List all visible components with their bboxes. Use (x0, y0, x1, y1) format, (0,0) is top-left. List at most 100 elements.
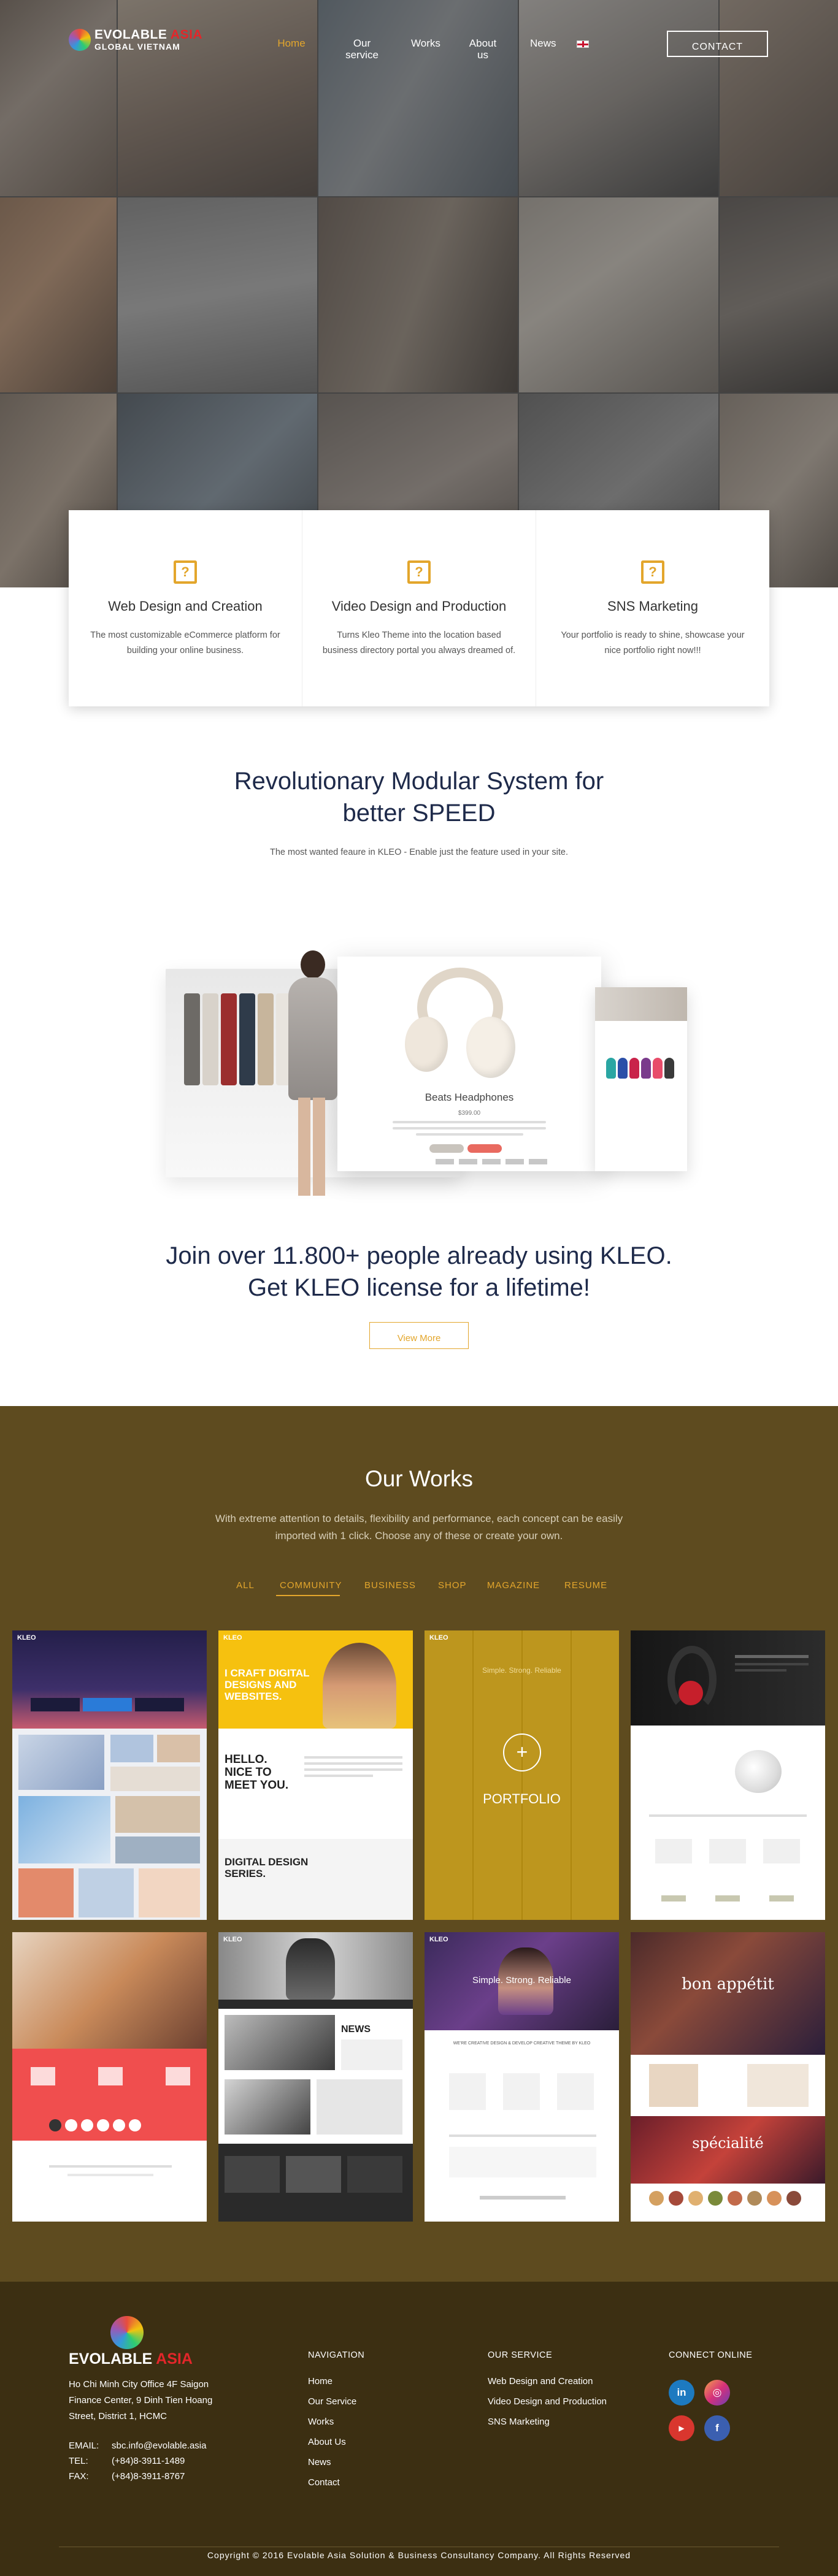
card-logo: KLEO (223, 1936, 242, 1943)
question-icon: ? (641, 560, 664, 584)
hero-photo (0, 197, 117, 392)
filter-all[interactable]: ALL (234, 1580, 256, 1591)
main-nav: EVOLABLE ASIA GLOBAL VIETNAM Home Our se… (0, 0, 838, 86)
works-title: Our Works (364, 1466, 474, 1491)
feature-text: Your portfolio is ready to shine, showca… (561, 630, 745, 655)
feature-title: Web Design and Creation (108, 598, 263, 614)
filter-business[interactable]: BUSINESS (364, 1580, 415, 1591)
question-icon: ? (174, 560, 197, 584)
product-price: $399.00 (458, 1110, 481, 1117)
nav-works[interactable]: Works (411, 37, 440, 61)
logo-brand: EVOLABLE (94, 28, 167, 42)
filter-magazine[interactable]: MAGAZINE (486, 1580, 541, 1591)
footer-nav-our-service[interactable]: Our Service (308, 2396, 364, 2407)
social-links: in ◎ ▶ f (669, 2380, 748, 2453)
product-screen: Beats Headphones $399.00 (337, 957, 601, 1171)
product-description-placeholder (393, 1121, 546, 1139)
nav-links: Home Our service Works About us News (276, 37, 589, 61)
nav-home[interactable]: Home (276, 37, 307, 61)
footer-service-sns[interactable]: SNS Marketing (488, 2417, 607, 2427)
footer-navigation: NAVIGATION Home Our Service Works About … (308, 2350, 364, 2498)
feature-title: SNS Marketing (607, 598, 698, 614)
site-footer: EVOLABLE ASIA Ho Chi Minh City Office 4F… (0, 2282, 838, 2576)
work-card-shop[interactable] (631, 1630, 825, 1920)
footer-logo-accent: ASIA (156, 2350, 193, 2368)
site-logo[interactable]: EVOLABLE ASIA GLOBAL VIETNAM (69, 28, 202, 51)
join-section: Join over 11.800+ people already using K… (0, 1240, 838, 1349)
card-headline: I CRAFT DIGITAL DESIGNS AND WEBSITES. (225, 1667, 310, 1702)
instagram-icon[interactable]: ◎ (704, 2380, 730, 2406)
facebook-icon[interactable]: f (704, 2415, 730, 2441)
view-more-button[interactable]: View More (369, 1322, 469, 1349)
footer-email-link[interactable]: sbc.info@evolable.asia (112, 2438, 206, 2453)
join-title: Join over 11.800+ people already using K… (0, 1240, 838, 1304)
hero-section: EVOLABLE ASIA GLOBAL VIETNAM Home Our se… (0, 0, 838, 587)
card-headline: Simple. Strong. Reliable (472, 1975, 571, 1986)
card-headline: HELLO. NICE TO MEET YOU. (225, 1753, 289, 1792)
footer-logo[interactable]: EVOLABLE ASIA (69, 2316, 193, 2368)
title-line: Revolutionary Modular System for (234, 768, 604, 795)
features-panel: ? Web Design and Creation The most custo… (69, 510, 769, 706)
uk-flag-icon[interactable] (577, 40, 589, 48)
logo-subtitle: GLOBAL VIETNAM (94, 42, 180, 52)
hero-photo (720, 197, 838, 392)
feature-video-design: ? Video Design and Production Turns Kleo… (302, 510, 536, 706)
card-logo: KLEO (429, 1936, 448, 1943)
nav-our-service[interactable]: Our service (342, 37, 382, 61)
footer-services: OUR SERVICE Web Design and Creation Vide… (488, 2350, 607, 2437)
card-headline: DIGITAL DESIGN SERIES. (225, 1856, 309, 1879)
work-card-resume[interactable]: KLEO I CRAFT DIGITAL DESIGNS AND WEBSITE… (218, 1630, 413, 1920)
card-logo: KLEO (17, 1634, 36, 1642)
footer-nav-contact[interactable]: Contact (308, 2477, 364, 2488)
works-section: Our Works With extreme attention to deta… (0, 1406, 838, 2282)
work-card-education[interactable] (12, 1932, 207, 2222)
fax-label: FAX: (69, 2471, 89, 2482)
logo-ball-icon (69, 28, 91, 51)
filter-community[interactable]: COMMUNITY (276, 1580, 342, 1596)
filter-resume[interactable]: RESUME (564, 1580, 607, 1591)
headphones-image (399, 968, 521, 1084)
feature-title: Video Design and Production (331, 598, 507, 614)
nav-about-us[interactable]: About us (467, 37, 498, 61)
footer-logo-brand: EVOLABLE (69, 2350, 153, 2368)
footer-service-video[interactable]: Video Design and Production (488, 2396, 607, 2407)
product-title: Beats Headphones (425, 1091, 514, 1103)
work-card-community[interactable]: KLEO (12, 1630, 207, 1920)
plus-icon: + (503, 1733, 541, 1771)
footer-nav-news[interactable]: News (308, 2457, 364, 2467)
tel-label: TEL: (69, 2456, 88, 2466)
hero-photo (519, 197, 718, 392)
feature-web-design: ? Web Design and Creation The most custo… (69, 510, 302, 706)
footer-service-web-design[interactable]: Web Design and Creation (488, 2376, 607, 2387)
filter-shop[interactable]: SHOP (438, 1580, 466, 1591)
product-buttons (429, 1144, 502, 1153)
work-card-magazine[interactable]: KLEO NEWS (218, 1932, 413, 2222)
footer-nav-about-us[interactable]: About Us (308, 2437, 364, 2447)
card-headline: spécialité (692, 2135, 764, 2152)
footer-address: Ho Chi Minh City Office 4F Saigon Financ… (69, 2379, 213, 2421)
footer-nav-home[interactable]: Home (308, 2376, 364, 2387)
copyright: Copyright © 2016 Evolable Asia Solution … (207, 2550, 631, 2560)
card-headline: bon appétit (682, 1975, 774, 1993)
youtube-icon[interactable]: ▶ (669, 2415, 694, 2441)
work-card-restaurant[interactable]: bon appétit spécialité (631, 1932, 825, 2222)
footer-nav-works[interactable]: Works (308, 2417, 364, 2427)
work-card-portfolio[interactable]: KLEO Simple. Strong. Reliable + PORTFOLI… (425, 1630, 619, 1920)
works-description: With extreme attention to details, flexi… (215, 1513, 623, 1542)
revolutionary-section: Revolutionary Modular System for better … (0, 765, 838, 857)
payment-cards (436, 1159, 547, 1164)
linkedin-icon[interactable]: in (669, 2380, 694, 2406)
hero-photo (318, 197, 518, 392)
hero-photo (118, 197, 317, 392)
hero-photo-grid (0, 0, 838, 587)
work-card-business[interactable]: KLEO Simple. Strong. Reliable WE'RE CREA… (425, 1932, 619, 2222)
footer-col-title: OUR SERVICE (488, 2350, 553, 2360)
contact-button[interactable]: CONTACT (667, 31, 768, 57)
footer-connect: CONNECT ONLINE (669, 2350, 752, 2376)
footer-tel: (+84)8-3911-1489 (112, 2456, 185, 2466)
feature-text: The most customizable eCommerce platform… (90, 630, 280, 655)
footer-contact-info: EMAIL: sbc.info@evolable.asia TEL: (+84)8-… (69, 2438, 206, 2484)
email-label: EMAIL: (69, 2440, 99, 2451)
card-logo: KLEO (223, 1634, 242, 1642)
nav-news[interactable]: News (530, 37, 556, 61)
